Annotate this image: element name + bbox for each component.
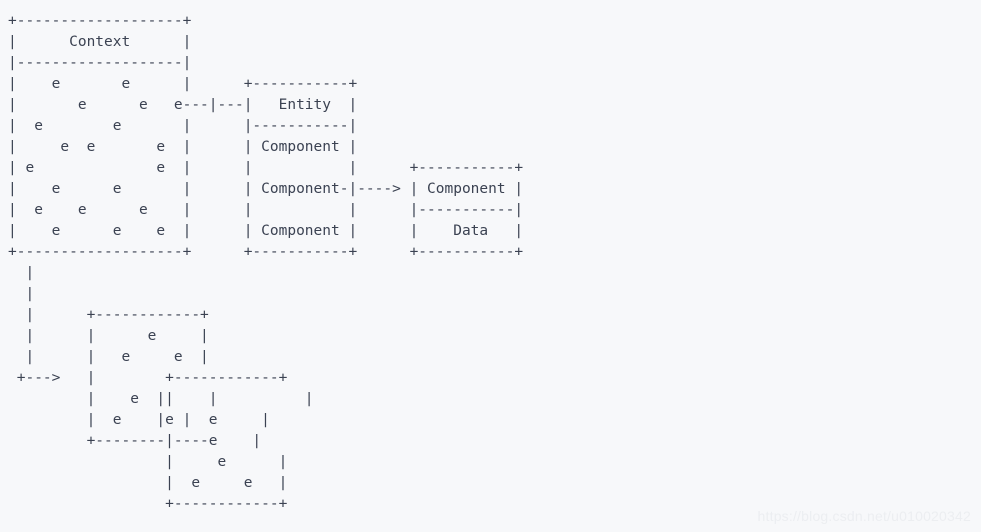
watermark: https://blog.csdn.net/u010020342 [757,508,971,524]
ascii-art-diagram: +-------------------+ | Context | |-----… [8,13,524,512]
